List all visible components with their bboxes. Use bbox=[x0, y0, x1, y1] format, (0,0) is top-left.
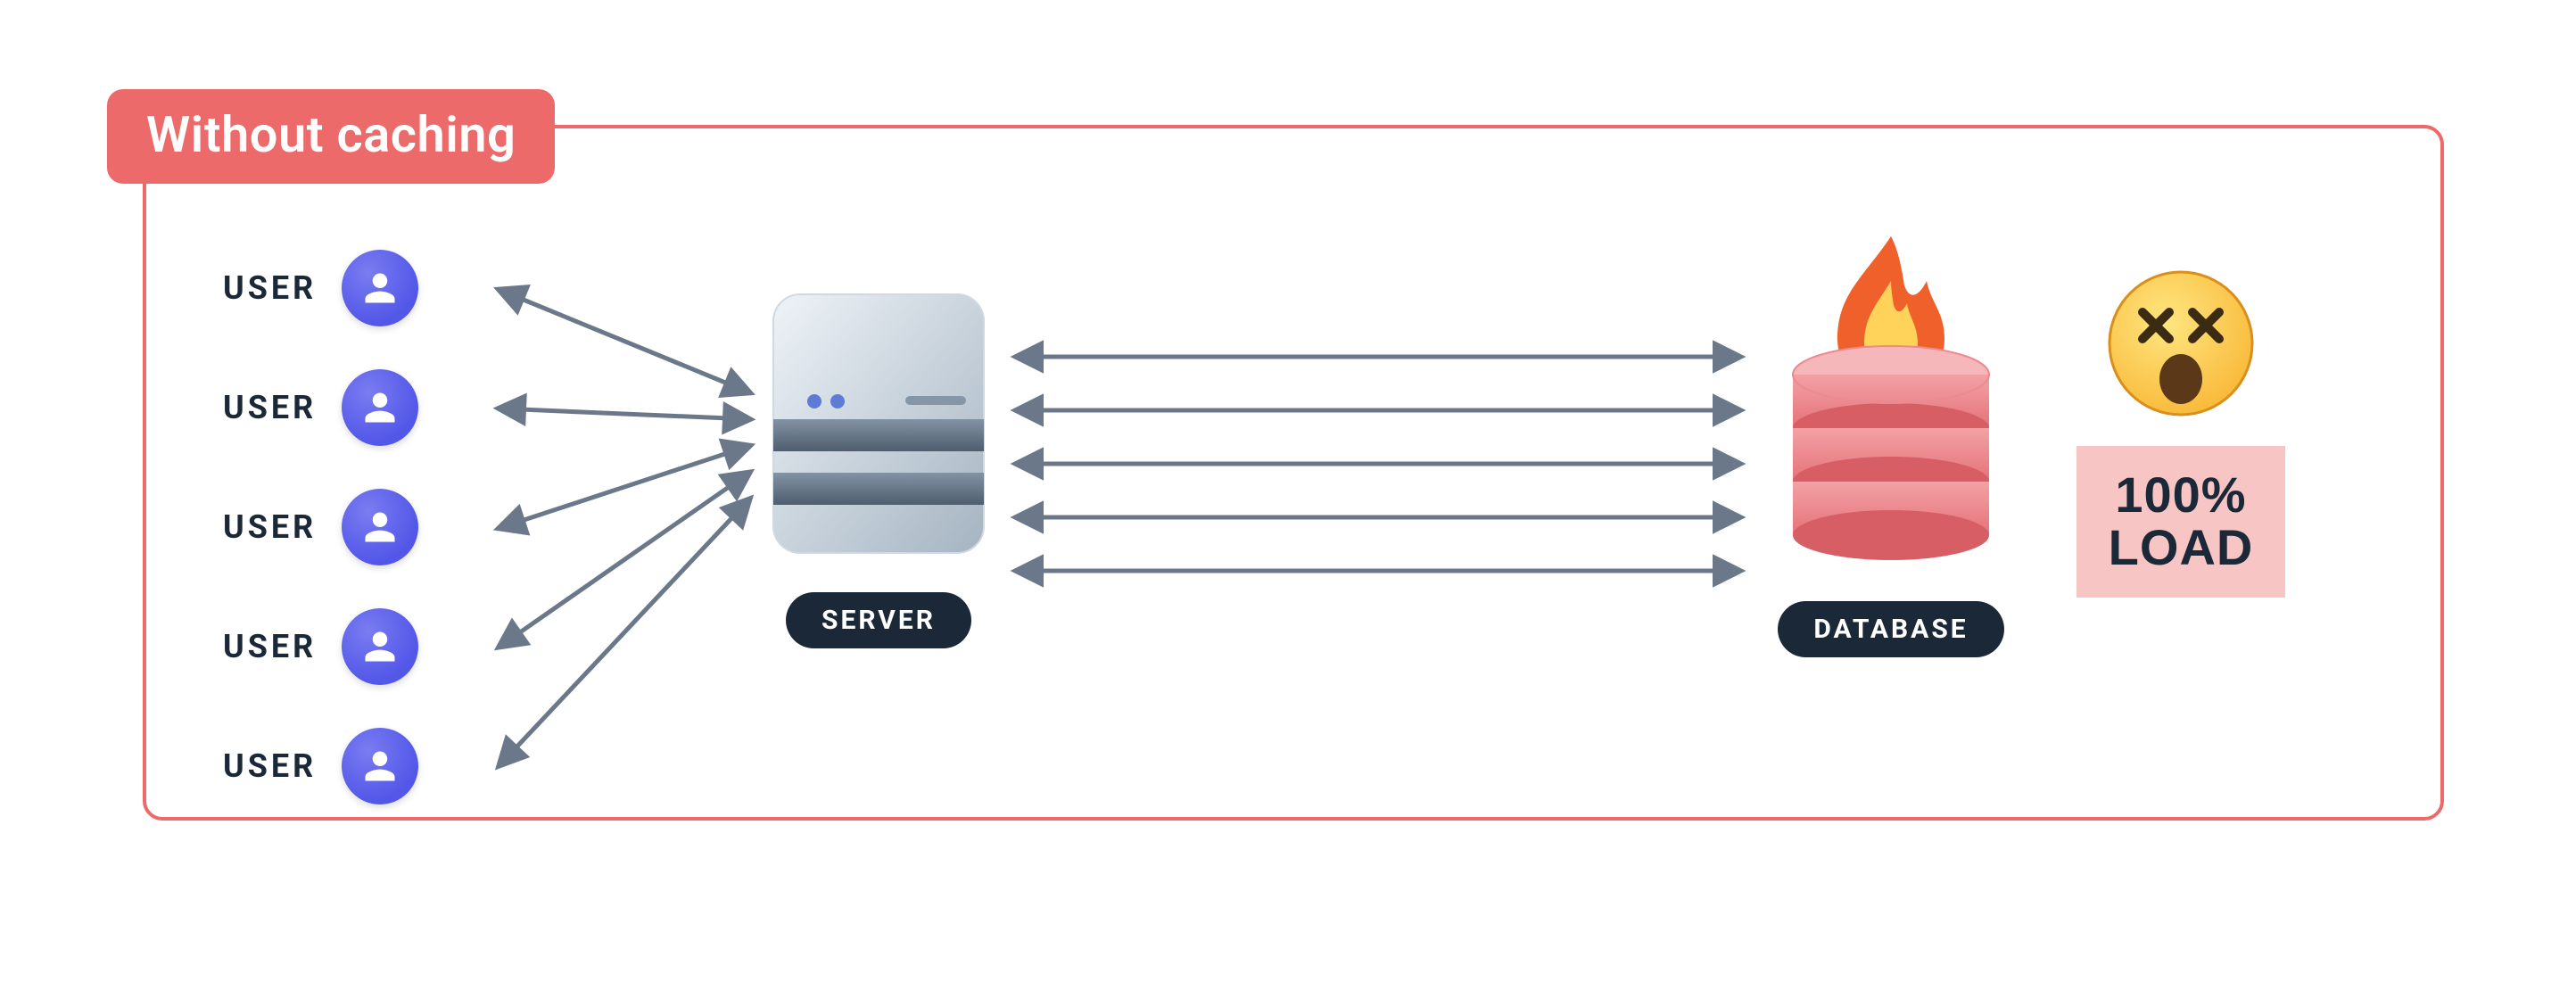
user-row: USER bbox=[223, 728, 418, 804]
users-column: USER USER USER USER USER bbox=[223, 250, 418, 804]
server-label: SERVER bbox=[786, 592, 971, 648]
user-label: USER bbox=[223, 747, 317, 785]
database-label: DATABASE bbox=[1778, 601, 2003, 657]
load-line1: 100% bbox=[2109, 469, 2254, 522]
load-area: 100% LOAD bbox=[2025, 268, 2337, 598]
user-row: USER bbox=[223, 369, 418, 446]
user-avatar-icon bbox=[342, 489, 418, 565]
database-block: DATABASE bbox=[1757, 232, 2025, 657]
title-badge: Without caching bbox=[107, 89, 555, 184]
user-label: USER bbox=[223, 628, 317, 665]
user-label: USER bbox=[223, 389, 317, 426]
user-avatar-icon bbox=[342, 608, 418, 685]
user-row: USER bbox=[223, 608, 418, 685]
dizzy-face-icon bbox=[2105, 268, 2257, 419]
user-avatar-icon bbox=[342, 250, 418, 326]
user-row: USER bbox=[223, 250, 418, 326]
user-avatar-icon bbox=[342, 369, 418, 446]
load-line2: LOAD bbox=[2109, 522, 2254, 574]
user-row: USER bbox=[223, 489, 418, 565]
user-avatar-icon bbox=[342, 728, 418, 804]
user-label: USER bbox=[223, 269, 317, 307]
database-icon bbox=[1775, 232, 2007, 571]
user-label: USER bbox=[223, 508, 317, 546]
load-badge: 100% LOAD bbox=[2076, 446, 2286, 598]
server-block: SERVER bbox=[758, 285, 999, 648]
server-icon bbox=[763, 285, 995, 562]
